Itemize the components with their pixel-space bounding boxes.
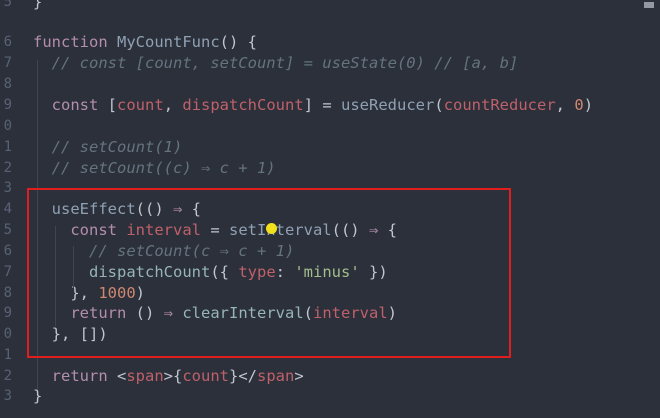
line-number: 9: [3, 97, 12, 113]
code-token: // const [count, setCount] = useState(0)…: [51, 54, 519, 72]
line-number: 1: [3, 347, 12, 363]
line-number: 5: [3, 222, 12, 238]
code-token: countReducer: [443, 96, 556, 114]
code-text: // setCount((c) ⇒ c + 1): [33, 158, 276, 179]
code-line[interactable]: 1 // setCount(1): [0, 137, 660, 158]
minimap-marker: [644, 2, 654, 8]
code-token: }: [33, 0, 43, 11]
code-token: function: [33, 33, 117, 51]
code-line[interactable]: 2 return <span>{count}</span>: [0, 366, 660, 387]
code-token: >: [294, 367, 304, 385]
code-line[interactable]: 9 const [count, dispatchCount] = useRedu…: [0, 95, 660, 116]
code-line[interactable]: 2 // setCount((c) ⇒ c + 1): [0, 158, 660, 179]
code-line[interactable]: 6 function MyCountFunc() {: [0, 32, 660, 53]
line-number: 2: [3, 368, 12, 384]
code-token: ): [583, 96, 594, 114]
code-token: const: [51, 96, 108, 114]
code-token: MyCountFunc: [117, 33, 220, 51]
code-token: dispatchCount: [182, 96, 304, 114]
code-token: span: [257, 367, 295, 385]
code-token: useReducer: [341, 96, 435, 114]
code-line[interactable]: 7 // const [count, setCount] = useState(…: [0, 53, 660, 74]
code-line[interactable]: 0: [0, 116, 660, 137]
line-number: 0: [3, 326, 12, 342]
line-number: 8: [3, 285, 12, 301]
code-text: // const [count, setCount] = useState(0)…: [33, 53, 519, 74]
code-token: return: [51, 367, 117, 385]
line-number: 6: [3, 243, 12, 259]
line-number: 2: [3, 160, 12, 176]
code-token: <: [117, 367, 127, 385]
code-token: count: [182, 367, 230, 385]
code-token: ] =: [303, 96, 342, 114]
code-text: }: [33, 0, 42, 13]
code-token: [: [107, 96, 118, 114]
line-number: 1: [3, 139, 12, 155]
line-number: 0: [3, 118, 12, 134]
line-number: 3: [3, 388, 12, 404]
line-number: 4: [3, 201, 12, 217]
code-text: return <span>{count}</span>: [33, 366, 304, 387]
line-number: 7: [3, 55, 12, 71]
code-token: ,: [555, 96, 575, 114]
red-highlight-box: [27, 188, 511, 358]
code-line[interactable]: 5}: [0, 0, 660, 13]
code-token: }</: [229, 367, 258, 385]
code-text: function MyCountFunc() {: [33, 32, 257, 53]
code-line[interactable]: 3}: [0, 386, 660, 407]
code-token: 0: [574, 96, 584, 114]
code-token: >{: [163, 367, 183, 385]
line-number: 7: [3, 264, 12, 280]
code-token: count: [117, 96, 164, 114]
code-token: () {: [219, 33, 257, 51]
code-token: ,: [163, 96, 183, 114]
line-number: 3: [3, 180, 12, 196]
code-line[interactable]: 8: [0, 74, 660, 95]
code-token: (: [434, 96, 444, 114]
line-number: 9: [3, 305, 12, 321]
line-number: 8: [3, 76, 12, 92]
line-number: 5: [3, 0, 12, 10]
mouse-cursor-dot: [266, 223, 277, 234]
code-token: // setCount((c) ⇒ c + 1): [51, 159, 276, 177]
code-text: const [count, dispatchCount] = useReduce…: [33, 95, 593, 116]
line-number: 6: [3, 34, 12, 50]
code-text: // setCount(1): [33, 137, 183, 158]
code-token: // setCount(1): [51, 138, 183, 156]
code-token: span: [126, 367, 164, 385]
